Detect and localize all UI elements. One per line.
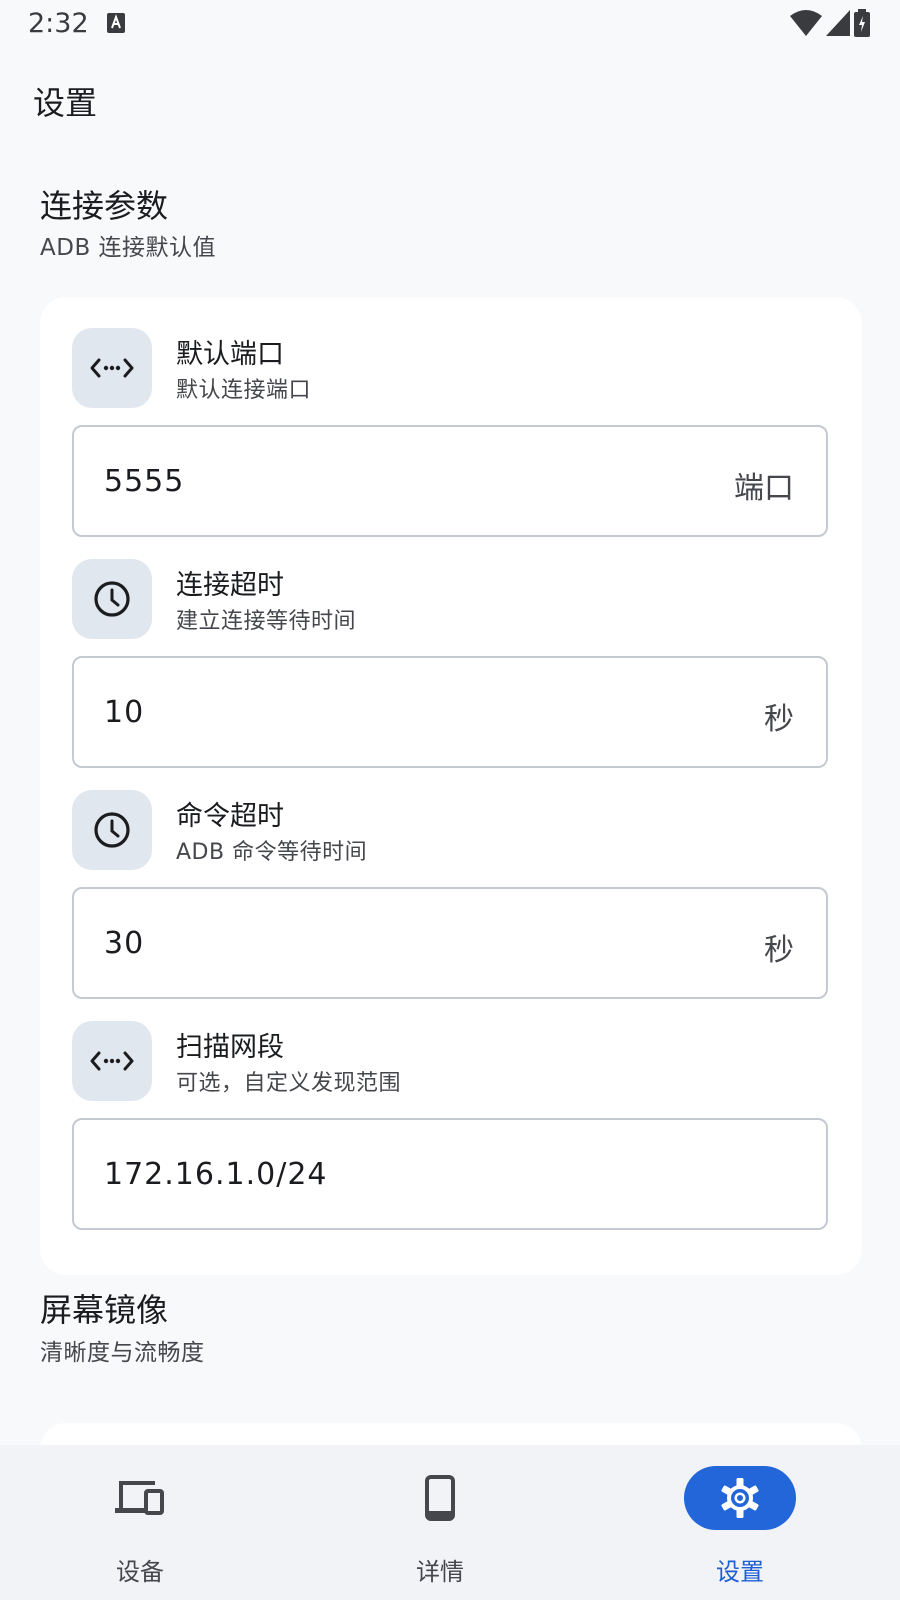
page-title: 设置 [33, 84, 98, 122]
status-bar: 2:32 [0, 0, 900, 50]
signal-icon [826, 10, 850, 36]
nav-label-settings: 设置 [716, 1558, 764, 1586]
nav-label-details: 详情 [416, 1558, 464, 1586]
nav-item-settings[interactable]: 设置 [644, 1445, 844, 1600]
bottom-navigation: 设备 详情 设置 [0, 1445, 900, 1600]
phone-icon [384, 1466, 496, 1530]
connect-timeout-input[interactable] [104, 658, 664, 766]
row-label-command-timeout: 命令超时 [176, 801, 284, 832]
row-desc-default-port: 默认连接端口 [176, 378, 312, 403]
code-arrows-icon [72, 328, 152, 408]
nav-item-details[interactable]: 详情 [344, 1445, 544, 1600]
scan-subnet-input[interactable] [104, 1120, 664, 1228]
command-timeout-field[interactable]: 秒 [72, 887, 828, 999]
command-timeout-suffix: 秒 [764, 933, 794, 968]
row-label-scan-subnet: 扫描网段 [176, 1032, 284, 1063]
connect-timeout-suffix: 秒 [764, 702, 794, 737]
section-title-mirroring: 屏幕镜像 [40, 1291, 169, 1329]
connection-settings-card: 默认端口 默认连接端口 端口 连接超时 建立连接等待时间 秒 命令超时 ADB … [40, 297, 862, 1275]
row-desc-command-timeout: ADB 命令等待时间 [176, 840, 368, 865]
devices-icon [84, 1466, 196, 1530]
scan-subnet-field[interactable] [72, 1118, 828, 1230]
row-desc-scan-subnet: 可选，自定义发现范围 [176, 1071, 402, 1096]
wifi-icon [790, 10, 822, 36]
battery-icon [854, 9, 870, 37]
section-subtitle-mirroring: 清晰度与流畅度 [40, 1340, 205, 1366]
nav-item-devices[interactable]: 设备 [44, 1445, 244, 1600]
default-port-suffix: 端口 [734, 471, 794, 506]
clock-icon [72, 559, 152, 639]
accessibility-notification-icon [107, 13, 125, 33]
default-port-field[interactable]: 端口 [72, 425, 828, 537]
section-subtitle-connection: ADB 连接默认值 [40, 235, 217, 261]
row-label-connect-timeout: 连接超时 [176, 570, 284, 601]
default-port-input[interactable] [104, 427, 664, 535]
nav-label-devices: 设备 [116, 1558, 164, 1586]
command-timeout-input[interactable] [104, 889, 664, 997]
gear-icon [684, 1466, 796, 1530]
row-label-default-port: 默认端口 [176, 339, 284, 370]
connect-timeout-field[interactable]: 秒 [72, 656, 828, 768]
code-arrows-icon [72, 1021, 152, 1101]
status-icons [790, 9, 870, 37]
section-title-connection: 连接参数 [40, 187, 169, 225]
status-time: 2:32 [28, 8, 89, 39]
clock-icon [72, 790, 152, 870]
row-desc-connect-timeout: 建立连接等待时间 [176, 609, 357, 634]
